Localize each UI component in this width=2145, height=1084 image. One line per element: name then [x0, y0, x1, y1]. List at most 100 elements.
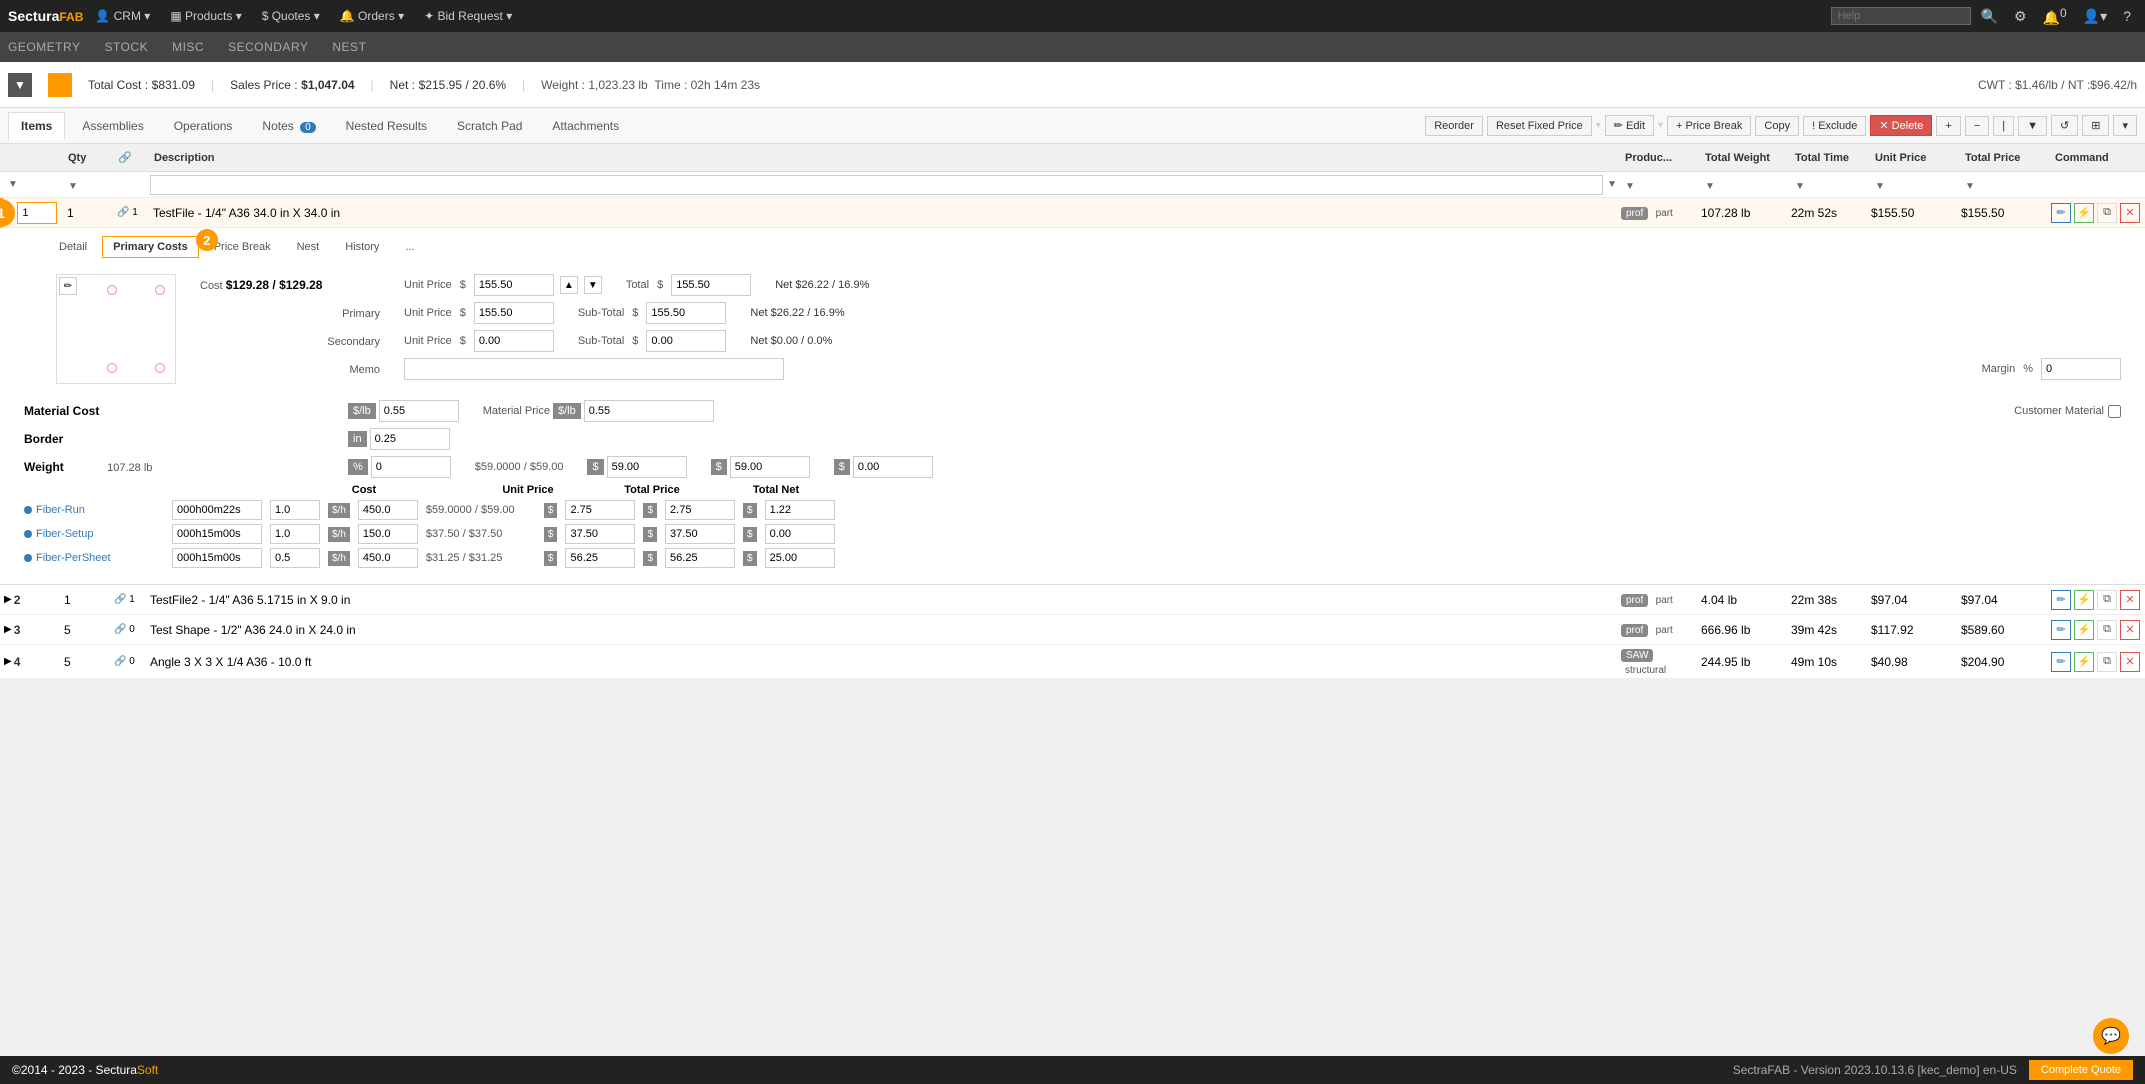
fiber-run-time[interactable] — [172, 500, 262, 520]
fiber-setup-qty[interactable] — [270, 524, 320, 544]
nav-products[interactable]: ▦ Products ▾ — [162, 5, 249, 27]
description-filter[interactable] — [150, 175, 1603, 195]
tab-nested-results[interactable]: Nested Results — [333, 112, 440, 140]
delete-icon-2[interactable]: ✕ — [2120, 590, 2140, 610]
bolt-icon-2[interactable]: ⚡ — [2074, 590, 2094, 610]
collapse-button[interactable]: ▼ — [8, 73, 32, 97]
filter-icon-unit[interactable]: ▼ — [1871, 181, 1889, 192]
pipe-button[interactable]: | — [1993, 116, 2014, 136]
delete-icon-3[interactable]: ✕ — [2120, 620, 2140, 640]
edit-icon-4[interactable]: ✏ — [2051, 652, 2071, 672]
copy-button[interactable]: Copy — [1755, 116, 1799, 136]
fiber-setup-time[interactable] — [172, 524, 262, 544]
price-break-button[interactable]: + Price Break — [1667, 116, 1751, 136]
tab-scratch-pad[interactable]: Scratch Pad — [444, 112, 535, 140]
fiber-persheet-total-price[interactable] — [665, 548, 735, 568]
memo-input[interactable] — [404, 358, 784, 380]
fiber-setup-unit-price[interactable] — [565, 524, 635, 544]
reset-fixed-price-button[interactable]: Reset Fixed Price — [1487, 116, 1592, 136]
material-price-input[interactable] — [584, 400, 714, 422]
customer-material-checkbox[interactable] — [2108, 405, 2121, 418]
detail-tab-more[interactable]: ... — [394, 236, 425, 258]
mat-net-input[interactable] — [853, 456, 933, 478]
nav-bid-request[interactable]: ✦ Bid Request ▾ — [416, 5, 520, 27]
delete-icon-1[interactable]: ✕ — [2120, 203, 2140, 223]
settings-icon[interactable]: ⚙ — [2008, 6, 2033, 27]
edit-shape-button[interactable]: ✏ — [59, 277, 77, 295]
fiber-run-rate[interactable] — [358, 500, 418, 520]
nav-quotes[interactable]: $ Quotes ▾ — [254, 5, 328, 27]
expand-2-icon[interactable]: ▶ — [4, 594, 12, 605]
exclude-button[interactable]: ! Exclude — [1803, 116, 1866, 136]
delete-icon-4[interactable]: ✕ — [2120, 652, 2140, 672]
filter-icon-item[interactable]: ▼ — [4, 179, 22, 190]
filter-icon-desc[interactable]: ▼ — [1603, 179, 1621, 190]
edit-icon-2[interactable]: ✏ — [2051, 590, 2071, 610]
material-cost-input[interactable] — [379, 400, 459, 422]
sub-nav-misc[interactable]: MISC — [172, 40, 204, 54]
filter-icon-total[interactable]: ▼ — [1961, 181, 1979, 192]
margin-input[interactable] — [2041, 358, 2121, 380]
detail-tab-history[interactable]: History — [334, 236, 390, 258]
fiber-run-total-net[interactable] — [765, 500, 835, 520]
item-number-1[interactable] — [17, 202, 57, 224]
fiber-setup-total-price[interactable] — [665, 524, 735, 544]
mat-total-input[interactable] — [730, 456, 810, 478]
complete-quote-button[interactable]: Complete Quote — [2029, 1060, 2133, 1080]
secondary-unit-price-input[interactable] — [474, 330, 554, 352]
tab-operations[interactable]: Operations — [161, 112, 246, 140]
fiber-run-total-price[interactable] — [665, 500, 735, 520]
fiber-setup-rate[interactable] — [358, 524, 418, 544]
bolt-icon-1[interactable]: ⚡ — [2074, 203, 2094, 223]
reorder-button[interactable]: Reorder — [1425, 116, 1483, 136]
copy-icon-1[interactable]: ⧉ — [2097, 203, 2117, 223]
fiber-persheet-unit-price[interactable] — [565, 548, 635, 568]
copy-icon-3[interactable]: ⧉ — [2097, 620, 2117, 640]
unit-price-input[interactable] — [474, 274, 554, 296]
nav-crm[interactable]: 👤 CRM ▾ — [87, 5, 158, 27]
sub-nav-stock[interactable]: STOCK — [104, 40, 148, 54]
primary-subtotal-input[interactable] — [646, 302, 726, 324]
help-icon[interactable]: ? — [2117, 6, 2137, 26]
sub-nav-secondary[interactable]: SECONDARY — [228, 40, 308, 54]
sub-nav-geometry[interactable]: GEOMETRY — [8, 40, 80, 54]
primary-unit-price-input[interactable] — [474, 302, 554, 324]
fiber-setup-total-net[interactable] — [765, 524, 835, 544]
secondary-subtotal-input[interactable] — [646, 330, 726, 352]
fiber-persheet-rate[interactable] — [358, 548, 418, 568]
sub-nav-nest[interactable]: NEST — [332, 40, 366, 54]
fiber-persheet-time[interactable] — [172, 548, 262, 568]
bolt-icon-3[interactable]: ⚡ — [2074, 620, 2094, 640]
filter-icon-prod[interactable]: ▼ — [1621, 181, 1639, 192]
edit-icon-3[interactable]: ✏ — [2051, 620, 2071, 640]
refresh-button[interactable]: ↺ — [2051, 115, 2078, 136]
unit-price-up-arrow[interactable]: ▲ — [560, 276, 578, 294]
detail-tab-nest[interactable]: Nest — [286, 236, 331, 258]
delete-button[interactable]: ✕ Delete — [1870, 115, 1932, 136]
minus-button[interactable]: − — [1965, 116, 1989, 136]
detail-tab-detail[interactable]: Detail — [48, 236, 98, 258]
fiber-persheet-total-net[interactable] — [765, 548, 835, 568]
tab-attachments[interactable]: Attachments — [539, 112, 632, 140]
filter-button[interactable]: ▼ — [2018, 116, 2047, 136]
border-input[interactable] — [370, 428, 450, 450]
user-icon[interactable]: 👤▾ — [2077, 6, 2113, 27]
total-input[interactable] — [671, 274, 751, 296]
nav-orders[interactable]: 🔔 Orders ▾ — [332, 5, 412, 27]
fiber-run-unit-price[interactable] — [565, 500, 635, 520]
copy-icon-2[interactable]: ⧉ — [2097, 590, 2117, 610]
grid-button[interactable]: ⊞ — [2082, 115, 2109, 136]
edit-button[interactable]: ✏ Edit — [1605, 115, 1654, 136]
tab-notes[interactable]: Notes 0 — [249, 112, 328, 140]
filter-icon-weight[interactable]: ▼ — [1701, 181, 1719, 192]
help-search[interactable] — [1831, 7, 1971, 25]
copy-icon-4[interactable]: ⧉ — [2097, 652, 2117, 672]
notifications-icon[interactable]: 🔔0 — [2037, 4, 2073, 29]
unit-price-down-arrow[interactable]: ▼ — [584, 276, 602, 294]
fiber-persheet-qty[interactable] — [270, 548, 320, 568]
edit-icon-1[interactable]: ✏ — [2051, 203, 2071, 223]
filter-icon-time[interactable]: ▼ — [1791, 181, 1809, 192]
mat-cost-input[interactable] — [607, 456, 687, 478]
expand-3-icon[interactable]: ▶ — [4, 624, 12, 635]
tab-assemblies[interactable]: Assemblies — [69, 112, 156, 140]
